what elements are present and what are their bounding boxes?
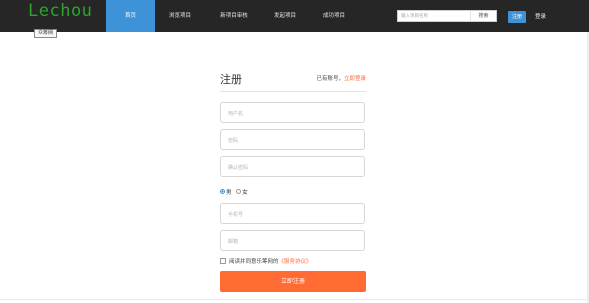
confirm-password-placeholder: 确认密码 — [228, 165, 249, 171]
login-link[interactable]: 登录 — [535, 11, 546, 23]
gender-group: 男 女 — [220, 188, 248, 198]
title-divider — [220, 91, 366, 92]
agree-text: 阅读并同意乐筹网的 — [229, 259, 279, 265]
nav-home[interactable]: 首页 — [106, 0, 155, 32]
gender-male-label: 男 — [226, 190, 232, 196]
username-placeholder: 用户名 — [228, 111, 244, 117]
search-box: 输入项目名称 搜索 — [397, 10, 497, 22]
agreement-row: 阅读并同意乐筹网的《服务协议》 — [220, 257, 312, 265]
brand-tooltip: 众筹网 — [34, 29, 58, 38]
agree-checkbox[interactable] — [220, 257, 226, 264]
phone-placeholder: 手机号 — [228, 212, 244, 218]
have-account-text: 已有账号，立即登录 — [316, 74, 366, 82]
page-title: 注册 — [220, 73, 242, 86]
nav-successful-projects[interactable]: 成功项目 — [311, 0, 357, 32]
nav-browse-projects[interactable]: 浏览项目 — [157, 0, 203, 32]
confirm-password-field[interactable]: 确认密码 — [220, 156, 365, 177]
service-agreement-link[interactable]: 《服务协议》 — [279, 259, 312, 265]
submit-register-button[interactable]: 立即注册 — [220, 271, 366, 292]
nav-new-project-review[interactable]: 新项目审核 — [206, 0, 262, 32]
gender-female-radio[interactable] — [236, 189, 242, 194]
password-placeholder: 密码 — [228, 138, 239, 144]
top-navbar: Lechou 首页 浏览项目 新项目审核 发起项目 成功项目 输入项目名称 搜索… — [0, 0, 589, 32]
search-button[interactable]: 搜索 — [470, 11, 496, 21]
gender-female-label: 女 — [242, 190, 248, 196]
have-account-label: 已有账号， — [316, 76, 344, 82]
username-field[interactable]: 用户名 — [220, 102, 365, 123]
login-now-link[interactable]: 立即登录 — [344, 76, 366, 82]
brand-logo[interactable]: Lechou — [28, 1, 92, 21]
email-field[interactable]: 邮箱 — [220, 230, 365, 251]
search-input[interactable]: 输入项目名称 — [401, 13, 428, 19]
phone-field[interactable]: 手机号 — [220, 203, 365, 224]
page-bottom-divider — [0, 299, 589, 300]
gender-male-radio[interactable] — [220, 189, 225, 194]
nav-launch-project[interactable]: 发起项目 — [262, 0, 308, 32]
password-field[interactable]: 密码 — [220, 129, 365, 150]
register-button[interactable]: 注册 — [508, 11, 526, 23]
email-placeholder: 邮箱 — [228, 239, 239, 245]
